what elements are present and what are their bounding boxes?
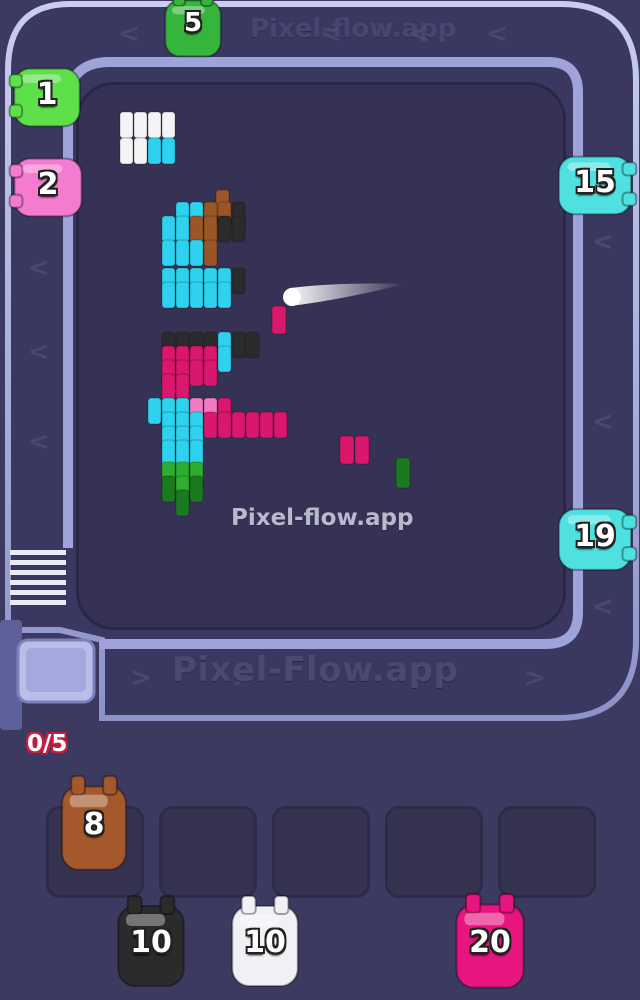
pixel-block-white xyxy=(119,111,134,139)
pixel-block-darkgreen xyxy=(161,475,176,503)
pixel-blocks xyxy=(119,111,411,517)
pixel-block-magenta xyxy=(231,411,246,439)
holding-slot-5[interactable] xyxy=(498,806,596,898)
pixel-block-white xyxy=(133,111,148,139)
pixel-block-cyan xyxy=(161,281,176,309)
pixel-block-magenta xyxy=(354,435,370,465)
pixel-block-white xyxy=(147,111,162,139)
track-shooter-green-top[interactable]: 5 xyxy=(160,0,226,62)
pixel-block-darkgreen xyxy=(395,457,411,489)
ammo-count: 5 xyxy=(183,8,203,38)
pixel-block-brown xyxy=(189,215,204,243)
ammo-count: 2 xyxy=(37,167,59,202)
shot-head xyxy=(283,288,301,306)
board-watermark: Pixel-flow.app xyxy=(231,505,414,531)
pixel-block-magenta xyxy=(271,305,287,335)
holding-slot-2[interactable] xyxy=(159,806,257,898)
queue-shooter-magenta[interactable]: 20 xyxy=(450,892,530,996)
pixel-block-black xyxy=(245,331,260,359)
holding-slot-4[interactable] xyxy=(385,806,483,898)
track-shooter-cyan-right-upper[interactable]: 15 xyxy=(552,148,638,220)
game-screen: { "watermark": { "board": "Pixel-flow.ap… xyxy=(0,0,640,1000)
pixel-block-cyan xyxy=(161,137,176,165)
pixel-block-cyan xyxy=(161,239,176,267)
pixel-block-cyan xyxy=(175,239,190,267)
pixel-block-cyan xyxy=(189,239,204,267)
pixel-block-cyan xyxy=(189,281,204,309)
ammo-count: 1 xyxy=(36,77,58,112)
pixel-block-magenta xyxy=(161,373,176,401)
pixel-block-black xyxy=(217,215,232,243)
track-shooter-cyan-right-lower[interactable]: 19 xyxy=(552,500,638,576)
track-shooter-pink-left[interactable]: 2 xyxy=(8,150,88,222)
pixel-block-magenta xyxy=(339,435,355,465)
ammo-count: 19 xyxy=(574,519,616,554)
queue-counter: 0/5 xyxy=(27,731,68,757)
ammo-count: 10 xyxy=(244,925,286,960)
pixel-block-brown xyxy=(203,239,218,267)
ammo-count: 10 xyxy=(130,925,172,960)
pixel-block-cyan xyxy=(175,215,190,243)
pixel-block-brown xyxy=(203,215,218,243)
pixel-block-darkgreen xyxy=(189,475,204,503)
shot-trail xyxy=(286,283,405,306)
pixel-block-cyan xyxy=(217,345,232,373)
pixel-block-cyan xyxy=(147,137,162,165)
pixel-block-magenta xyxy=(245,411,260,439)
pixel-block-magenta xyxy=(175,373,190,401)
pixel-block-white xyxy=(133,137,148,165)
ammo-count: 15 xyxy=(574,165,616,200)
pixel-block-magenta xyxy=(217,411,232,439)
pixel-block-black xyxy=(231,215,246,243)
holding-slot-3[interactable] xyxy=(272,806,370,898)
pixel-block-magenta xyxy=(273,411,288,439)
queue-shooter-black[interactable]: 10 xyxy=(112,894,190,994)
pixel-block-black xyxy=(231,267,246,295)
ammo-count: 8 xyxy=(83,807,105,842)
pixel-block-white xyxy=(161,111,176,139)
pixel-block-magenta xyxy=(189,359,204,387)
pixel-block-black xyxy=(231,331,246,359)
queue-shooter-brown[interactable]: 8 xyxy=(56,774,132,878)
pixel-block-magenta xyxy=(259,411,274,439)
pixel-block-cyan xyxy=(203,281,218,309)
pixel-block-cyan xyxy=(175,281,190,309)
pixel-block-cyan xyxy=(147,397,162,425)
pixel-block-magenta xyxy=(203,359,218,387)
pixel-block-magenta xyxy=(203,411,218,439)
pixel-block-darkgreen xyxy=(175,489,190,517)
ammo-count: 20 xyxy=(469,925,511,960)
track-shooter-green-left[interactable]: 1 xyxy=(8,60,86,132)
pixel-block-cyan xyxy=(161,215,176,243)
queue-shooter-white[interactable]: 10 xyxy=(226,894,304,994)
pixel-block-white xyxy=(119,137,134,165)
pixel-art xyxy=(119,111,411,517)
pixel-block-cyan xyxy=(217,281,232,309)
